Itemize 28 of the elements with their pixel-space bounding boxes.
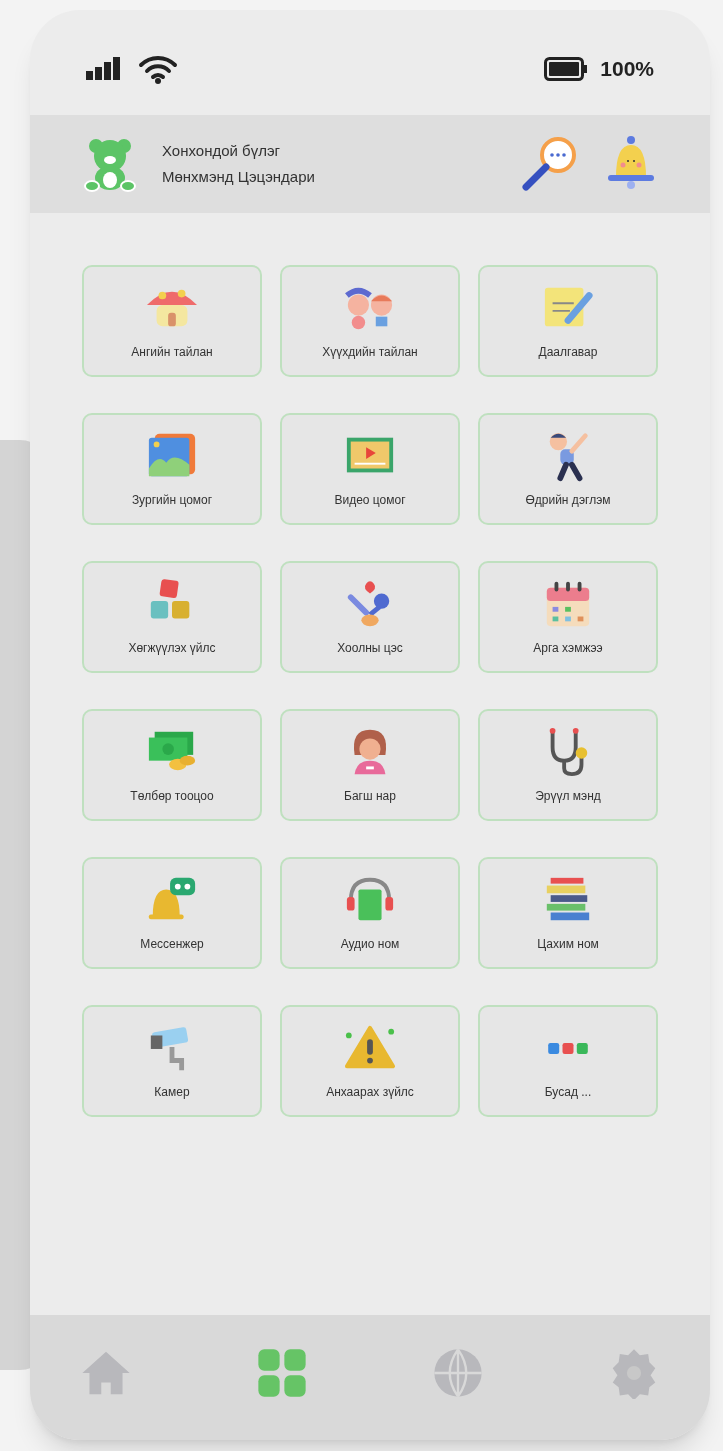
menu-tile[interactable]: Арга хэмжээ (478, 561, 658, 673)
menu-tile[interactable]: Бусад ... (478, 1005, 658, 1117)
menu-tile[interactable]: Багш нар (280, 709, 460, 821)
menu-tile[interactable]: Хүүхдийн тайлан (280, 265, 460, 377)
menu-tile[interactable]: Мессенжер (82, 857, 262, 969)
menu-tile[interactable]: Анхаарах зүйлс (280, 1005, 460, 1117)
menu-tile[interactable]: Цахим ном (478, 857, 658, 969)
bear-avatar-icon (82, 136, 138, 192)
signal-icon (86, 56, 122, 81)
menu-tile[interactable]: Аудио ном (280, 857, 460, 969)
wifi-icon (138, 53, 178, 84)
menu-tile[interactable]: Эрүүл мэнд (478, 709, 658, 821)
user-name: Мөнхмэнд Цэцэндари (162, 167, 316, 187)
menu-tile[interactable]: Ангийн тайлан (82, 265, 262, 377)
menu-tile[interactable]: Төлбөр тооцоо (82, 709, 262, 821)
three-dots-icon (548, 1042, 588, 1054)
battery-icon (544, 56, 589, 81)
menu-tile[interactable]: Хоолны цэс (280, 561, 460, 673)
menu-tile[interactable]: Зургийн цомог (82, 413, 262, 525)
menu-tile[interactable]: Хөгжүүлэх үйлс (82, 561, 262, 673)
grid-icon[interactable] (256, 1346, 308, 1399)
menu-tile[interactable]: Даалгавар (478, 265, 658, 377)
group-name: Хонхондой бүлэг (162, 140, 282, 161)
globe-icon[interactable] (432, 1346, 484, 1399)
menu-tile[interactable]: Өдрийн дэглэм (478, 413, 658, 525)
menu-tile[interactable]: Видео цомог (280, 413, 460, 525)
battery-percentage: 100% (600, 55, 654, 82)
menu-tile[interactable]: Камер (82, 1005, 262, 1117)
